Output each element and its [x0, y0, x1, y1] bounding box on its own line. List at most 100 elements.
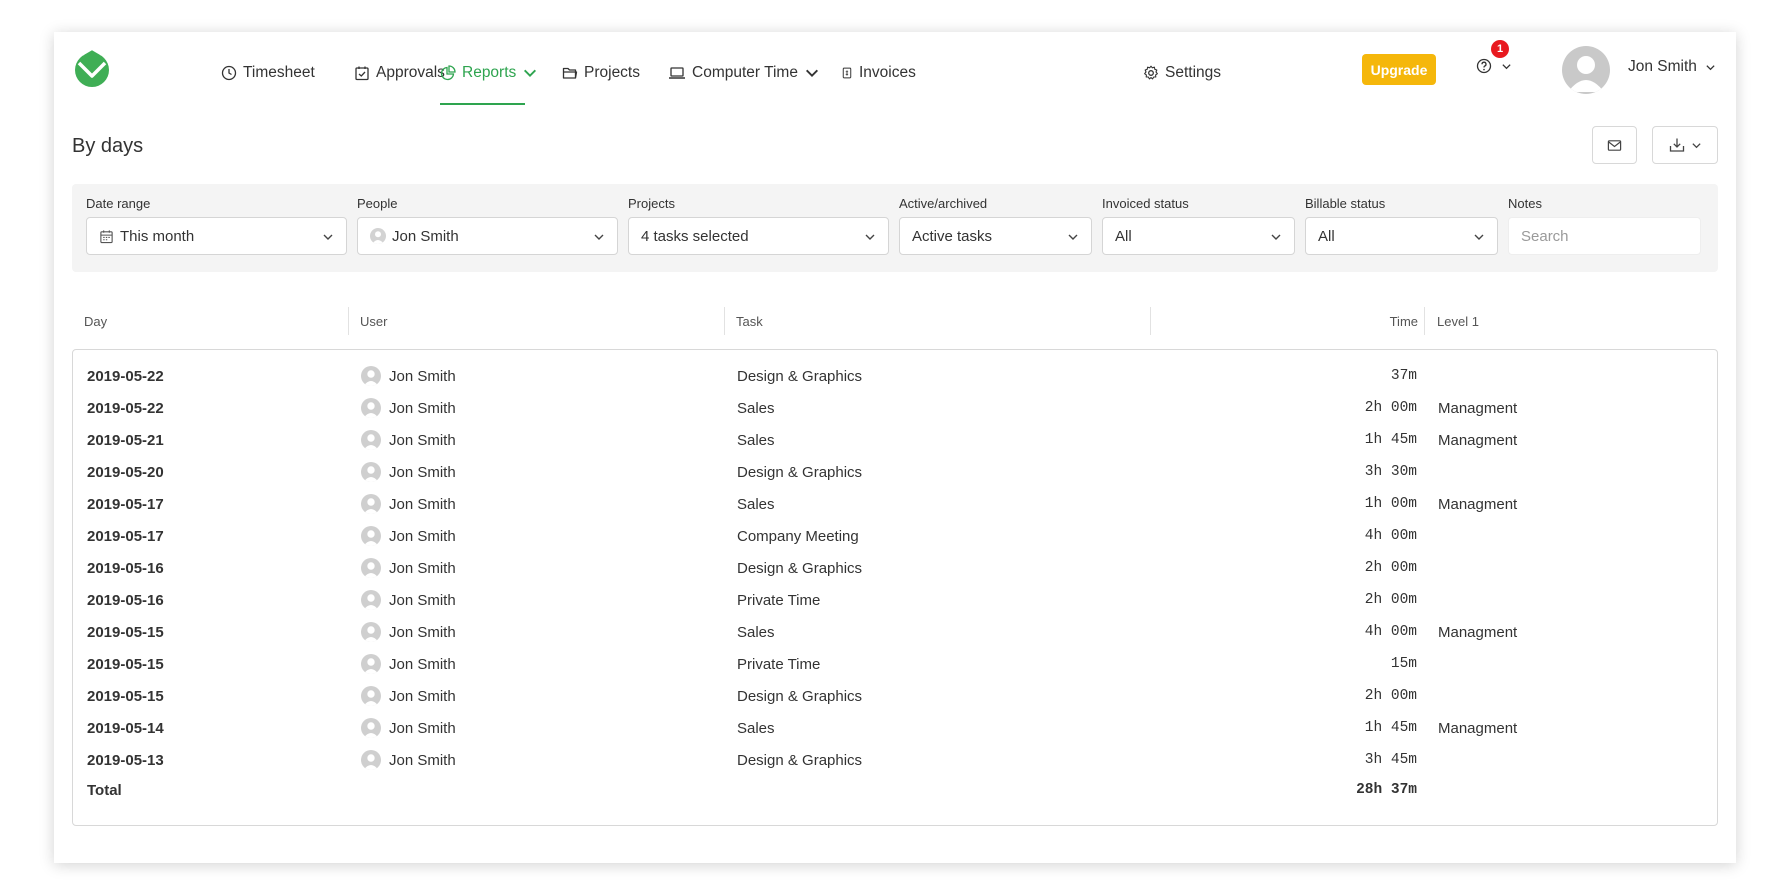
cell-user: Jon Smith: [361, 584, 456, 616]
cell-day: 2019-05-14: [87, 719, 164, 737]
cell-day: 2019-05-13: [87, 751, 164, 769]
cell-task: Sales: [737, 719, 775, 737]
header-user[interactable]: User: [360, 307, 387, 335]
user-avatar-icon: [361, 366, 381, 386]
table-row: 2019-05-17 Jon Smith Company Meeting 4h …: [73, 520, 1717, 552]
header-task[interactable]: Task: [736, 307, 763, 335]
help-icon: [1476, 58, 1492, 74]
nav-computer-time[interactable]: Computer Time: [668, 58, 820, 88]
cell-task: Sales: [737, 399, 775, 417]
user-menu[interactable]: Jon Smith: [1628, 58, 1716, 76]
user-avatar-icon: [361, 654, 381, 674]
user-name: Jon Smith: [389, 367, 456, 385]
user-avatar-icon: [361, 718, 381, 738]
cell-user: Jon Smith: [361, 680, 456, 712]
notes-search-input[interactable]: [1508, 217, 1701, 255]
table-row: 2019-05-22 Jon Smith Design & Graphics 3…: [73, 360, 1717, 392]
cell-day: 2019-05-21: [87, 431, 164, 449]
active-archived-value: Active tasks: [912, 227, 993, 245]
user-avatar-icon: [361, 430, 381, 450]
cell-user: Jon Smith: [361, 552, 456, 584]
table-row: 2019-05-17 Jon Smith Sales 1h 00m Managm…: [73, 488, 1717, 520]
nav-timesheet[interactable]: Timesheet: [221, 58, 315, 88]
filter-panel: Date range This month People Jon Smith P…: [72, 184, 1718, 272]
clock-icon: [221, 65, 237, 81]
page-title: By days: [72, 135, 144, 157]
filter-label: People: [357, 196, 398, 211]
header-level-1[interactable]: Level 1: [1437, 307, 1479, 335]
user-avatar-icon: [361, 558, 381, 578]
help-menu[interactable]: [1476, 58, 1512, 74]
people-value: Jon Smith: [392, 227, 459, 245]
cell-level: Managment: [1438, 623, 1518, 641]
user-name: Jon Smith: [389, 655, 456, 673]
cell-task: Company Meeting: [737, 527, 859, 545]
cell-time: 2h 00m: [1364, 688, 1417, 704]
cell-day: 2019-05-17: [87, 527, 164, 545]
cell-task: Design & Graphics: [737, 687, 863, 705]
upgrade-button[interactable]: Upgrade: [1362, 54, 1436, 85]
people-select[interactable]: Jon Smith: [357, 217, 618, 255]
column-divider: [348, 307, 349, 335]
filter-notes: Notes: [1508, 196, 1701, 255]
filter-date-range: Date range This month: [86, 196, 347, 255]
table-row: 2019-05-14 Jon Smith Sales 1h 45m Managm…: [73, 712, 1717, 744]
cell-user: Jon Smith: [361, 712, 456, 744]
billable-status-select[interactable]: All: [1305, 217, 1498, 255]
chevron-down-icon: [1691, 142, 1701, 148]
email-report-button[interactable]: [1592, 126, 1637, 164]
user-avatar-icon: [361, 686, 381, 706]
cell-user: Jon Smith: [361, 392, 456, 424]
projects-value: 4 tasks selected: [641, 227, 749, 245]
chevron-down-icon: [1502, 63, 1511, 69]
user-avatar-icon: [361, 462, 381, 482]
cell-level: Managment: [1438, 399, 1518, 417]
nav-approvals[interactable]: Approvals: [354, 58, 445, 88]
cell-time: 4h 00m: [1364, 528, 1417, 544]
header-day[interactable]: Day: [84, 307, 107, 335]
app-logo-icon[interactable]: [72, 50, 112, 88]
cell-time: 1h 00m: [1364, 496, 1417, 512]
cell-time: 15m: [1390, 656, 1417, 672]
user-avatar-icon: [1568, 56, 1604, 92]
cell-day: 2019-05-16: [87, 559, 164, 577]
cell-day: 2019-05-17: [87, 495, 164, 513]
projects-select[interactable]: 4 tasks selected: [628, 217, 889, 255]
nav-reports-label: Reports: [462, 64, 517, 81]
cell-time: 2h 00m: [1364, 560, 1417, 576]
invoiced-status-value: All: [1115, 227, 1132, 245]
date-range-select[interactable]: This month: [86, 217, 347, 255]
cell-user: Jon Smith: [361, 424, 456, 456]
table-body: 2019-05-22 Jon Smith Design & Graphics 3…: [72, 349, 1718, 826]
user-name: Jon Smith: [389, 463, 456, 481]
invoiced-status-select[interactable]: All: [1102, 217, 1295, 255]
download-tray-icon: [1669, 138, 1684, 152]
cell-time: 2h 00m: [1364, 592, 1417, 608]
avatar[interactable]: [1562, 46, 1610, 94]
chevron-down-icon: [1474, 234, 1484, 240]
total-time: 28h 37m: [1356, 782, 1417, 798]
active-archived-select[interactable]: Active tasks: [899, 217, 1092, 255]
cell-time: 4h 00m: [1364, 624, 1417, 640]
header-time[interactable]: Time: [1390, 307, 1418, 335]
nav-settings[interactable]: Settings: [1143, 58, 1221, 88]
table-row: 2019-05-21 Jon Smith Sales 1h 45m Managm…: [73, 424, 1717, 456]
nav-reports[interactable]: Reports: [440, 58, 538, 88]
cell-task: Private Time: [737, 591, 821, 609]
user-avatar-icon: [361, 622, 381, 642]
nav-invoices[interactable]: Invoices: [841, 58, 916, 88]
cell-task: Private Time: [737, 655, 821, 673]
chevron-down-icon: [323, 234, 333, 240]
cell-user: Jon Smith: [361, 488, 456, 520]
nav-projects[interactable]: Projects: [562, 58, 640, 88]
notification-badge: 1: [1491, 40, 1509, 58]
billable-status-value: All: [1318, 227, 1335, 245]
folder-icon: [562, 67, 578, 79]
total-row: Total 28h 37m: [73, 774, 1717, 806]
user-avatar-icon: [361, 526, 381, 546]
cell-level: Managment: [1438, 495, 1518, 513]
chevron-down-icon: [1706, 64, 1715, 70]
filter-label: Notes: [1508, 196, 1542, 211]
export-button[interactable]: [1652, 126, 1718, 164]
cell-time: 1h 45m: [1364, 432, 1417, 448]
